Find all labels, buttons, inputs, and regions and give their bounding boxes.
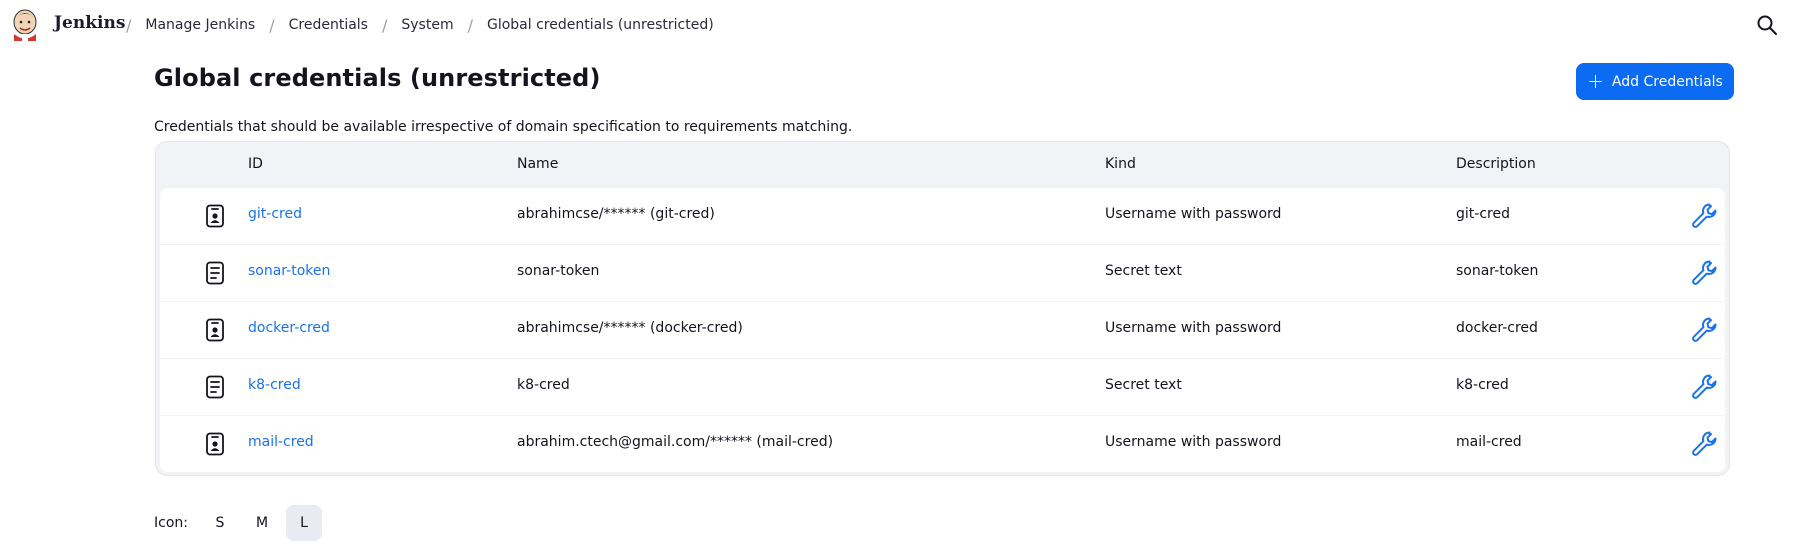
plus-icon: + xyxy=(1587,68,1604,93)
credential-description: k8-cred xyxy=(1456,377,1509,393)
table-row: git-cred abrahimcse/****** (git-cred) Us… xyxy=(160,188,1725,244)
credential-id-link[interactable]: k8-cred xyxy=(248,377,301,393)
breadcrumb-separator: / xyxy=(467,15,473,35)
breadcrumb-separator: / xyxy=(381,15,388,35)
table-row: k8-cred k8-cred Secret text k8-cred xyxy=(160,359,1725,415)
page-description: Credentials that should be available irr… xyxy=(154,119,853,135)
wrench-icon[interactable] xyxy=(1690,315,1720,345)
breadcrumb-credentials[interactable]: Credentials xyxy=(289,17,368,33)
search-icon[interactable] xyxy=(1755,13,1779,37)
icon-size-small-button[interactable]: S xyxy=(202,505,238,541)
credential-name: abrahimcse/****** (docker-cred) xyxy=(517,320,743,336)
top-bar: Jenkins / Manage Jenkins / Credentials /… xyxy=(0,0,1795,50)
secret-text-icon xyxy=(206,261,224,285)
table-row: mail-cred abrahim.ctech@gmail.com/******… xyxy=(160,416,1725,472)
wrench-icon[interactable] xyxy=(1690,201,1720,231)
credential-description: git-cred xyxy=(1456,206,1510,222)
jenkins-logo-icon[interactable] xyxy=(10,7,40,41)
breadcrumb-separator: / xyxy=(126,15,132,35)
credential-id-link[interactable]: docker-cred xyxy=(248,320,330,336)
wrench-icon[interactable] xyxy=(1690,429,1720,459)
username-password-icon xyxy=(206,318,224,342)
credential-name: abrahimcse/****** (git-cred) xyxy=(517,206,715,222)
credential-id-link[interactable]: sonar-token xyxy=(248,263,330,279)
column-header-description[interactable]: Description xyxy=(1456,156,1536,172)
credential-name: abrahim.ctech@gmail.com/****** (mail-cre… xyxy=(517,434,834,450)
table-row: docker-cred abrahimcse/****** (docker-cr… xyxy=(160,302,1725,358)
credential-description: mail-cred xyxy=(1456,434,1522,450)
credential-name: sonar-token xyxy=(517,263,600,279)
breadcrumb-global-credentials[interactable]: Global credentials (unrestricted) xyxy=(487,17,714,33)
column-header-kind[interactable]: Kind xyxy=(1105,156,1136,172)
credential-kind: Username with password xyxy=(1105,320,1282,336)
credential-kind: Username with password xyxy=(1105,206,1282,222)
wrench-icon[interactable] xyxy=(1690,258,1720,288)
column-header-id[interactable]: ID xyxy=(248,156,263,172)
credential-name: k8-cred xyxy=(517,377,570,393)
credential-description: sonar-token xyxy=(1456,263,1539,279)
breadcrumb: / Manage Jenkins / Credentials / System … xyxy=(112,0,714,50)
column-header-name[interactable]: Name xyxy=(517,156,558,172)
icon-size-selector: Icon: S M L xyxy=(154,505,328,541)
credential-id-link[interactable]: git-cred xyxy=(248,206,302,222)
username-password-icon xyxy=(206,204,224,228)
credential-kind: Secret text xyxy=(1105,377,1182,393)
credential-id-link[interactable]: mail-cred xyxy=(248,434,314,450)
credential-description: docker-cred xyxy=(1456,320,1538,336)
secret-text-icon xyxy=(206,375,224,399)
table-header: ID Name Kind Description xyxy=(156,142,1729,188)
add-credentials-label: Add Credentials xyxy=(1611,73,1723,90)
icon-size-medium-button[interactable]: M xyxy=(244,505,280,541)
add-credentials-button[interactable]: + Add Credentials xyxy=(1576,63,1734,100)
wrench-icon[interactable] xyxy=(1690,372,1720,402)
breadcrumb-system[interactable]: System xyxy=(401,17,453,33)
credential-kind: Username with password xyxy=(1105,434,1282,450)
breadcrumb-manage-jenkins[interactable]: Manage Jenkins xyxy=(145,17,255,33)
credential-kind: Secret text xyxy=(1105,263,1182,279)
icon-size-label: Icon: xyxy=(154,515,188,531)
icon-size-large-button[interactable]: L xyxy=(285,505,322,541)
credentials-table: ID Name Kind Description git-cred abrahi… xyxy=(155,141,1730,476)
table-row: sonar-token sonar-token Secret text sona… xyxy=(160,245,1725,301)
page-title: Global credentials (unrestricted) xyxy=(154,64,601,92)
username-password-icon xyxy=(206,432,224,456)
breadcrumb-separator: / xyxy=(269,15,275,35)
